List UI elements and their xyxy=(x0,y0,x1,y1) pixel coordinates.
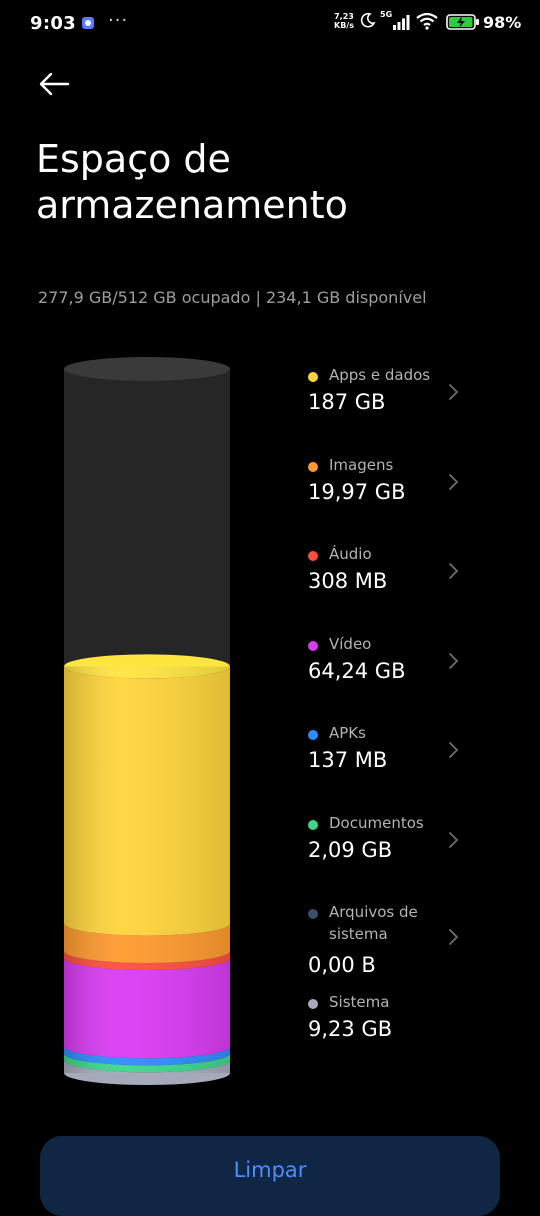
storage-category-item: Sistema 9,23 GB xyxy=(306,991,506,1051)
category-label: Imagens xyxy=(329,455,394,474)
chevron-right-icon xyxy=(449,563,459,579)
chevron-right-icon xyxy=(449,929,459,945)
storage-category-item[interactable]: Vídeo 64,24 GB xyxy=(306,633,506,693)
storage-category-item[interactable]: Documentos 2,09 GB xyxy=(306,812,506,872)
category-color-dot-icon xyxy=(308,909,318,919)
cellular-signal-icon xyxy=(393,15,410,30)
category-value: 2,09 GB xyxy=(308,837,393,862)
battery-charging-icon xyxy=(446,14,479,30)
chevron-right-icon xyxy=(449,384,459,400)
category-color-dot-icon xyxy=(308,998,318,1009)
status-time: 9:03 xyxy=(30,13,76,34)
category-value: 187 GB xyxy=(308,390,386,414)
category-label: Documentos xyxy=(329,813,424,832)
category-value: 64,24 GB xyxy=(308,658,406,683)
category-label: Apps e dados xyxy=(329,366,431,384)
category-color-dot-icon xyxy=(308,551,318,561)
category-color-dot-icon xyxy=(308,461,318,472)
storage-category-item[interactable]: APKs 137 MB xyxy=(306,722,506,782)
clean-button-label: Limpar xyxy=(233,1158,307,1182)
category-value: 0,00 B xyxy=(308,953,376,977)
chevron-right-icon xyxy=(449,742,459,758)
more-notifications-icon: ··· xyxy=(108,10,129,31)
wifi-icon xyxy=(416,12,438,30)
app-notification-icon xyxy=(82,17,94,29)
page-title: Espaço de armazenamento xyxy=(36,137,348,227)
network-speed-unit: KB/s xyxy=(334,21,354,30)
storage-category-item[interactable]: Arquivos de sistema 0,00 B xyxy=(306,901,506,1001)
battery-percentage: 98% xyxy=(483,13,522,32)
category-label: Áudio xyxy=(329,545,372,563)
network-speed: 7,23 KB/s xyxy=(334,12,354,30)
cylinder-top-cap xyxy=(64,357,230,381)
do-not-disturb-moon-icon xyxy=(360,12,376,28)
storage-category-item[interactable]: Áudio 308 MB xyxy=(306,543,506,603)
category-value: 308 MB xyxy=(308,569,388,593)
storage-category-item[interactable]: Apps e dados 187 GB xyxy=(306,364,506,424)
category-label: Sistema xyxy=(329,992,390,1011)
chevron-right-icon xyxy=(449,652,459,669)
category-label: Arquivos de sistema xyxy=(329,903,418,943)
cylinder-shading xyxy=(64,666,230,1073)
storage-summary: 277,9 GB/512 GB ocupado | 234,1 GB dispo… xyxy=(38,288,427,307)
storage-category-item[interactable]: Imagens 19,97 GB xyxy=(306,454,506,514)
category-color-dot-icon xyxy=(308,640,318,651)
category-value: 137 MB xyxy=(308,748,388,772)
category-label: Vídeo xyxy=(329,634,372,653)
category-value: 19,97 GB xyxy=(308,479,406,504)
storage-cylinder-chart xyxy=(64,357,230,1085)
chevron-right-icon xyxy=(449,831,459,848)
status-bar: 9:03 ··· 7,23 KB/s 5G 98% xyxy=(0,0,540,48)
chevron-right-icon xyxy=(449,473,459,490)
network-speed-value: 7,23 xyxy=(334,12,354,21)
clean-button[interactable]: Limpar xyxy=(40,1136,500,1216)
network-type: 5G xyxy=(380,10,393,19)
category-color-dot-icon xyxy=(308,819,318,830)
category-color-dot-icon xyxy=(308,730,318,740)
category-color-dot-icon xyxy=(308,372,318,382)
category-label: APKs xyxy=(329,724,366,742)
back-arrow-icon[interactable] xyxy=(36,66,72,102)
category-value: 9,23 GB xyxy=(308,1016,393,1041)
